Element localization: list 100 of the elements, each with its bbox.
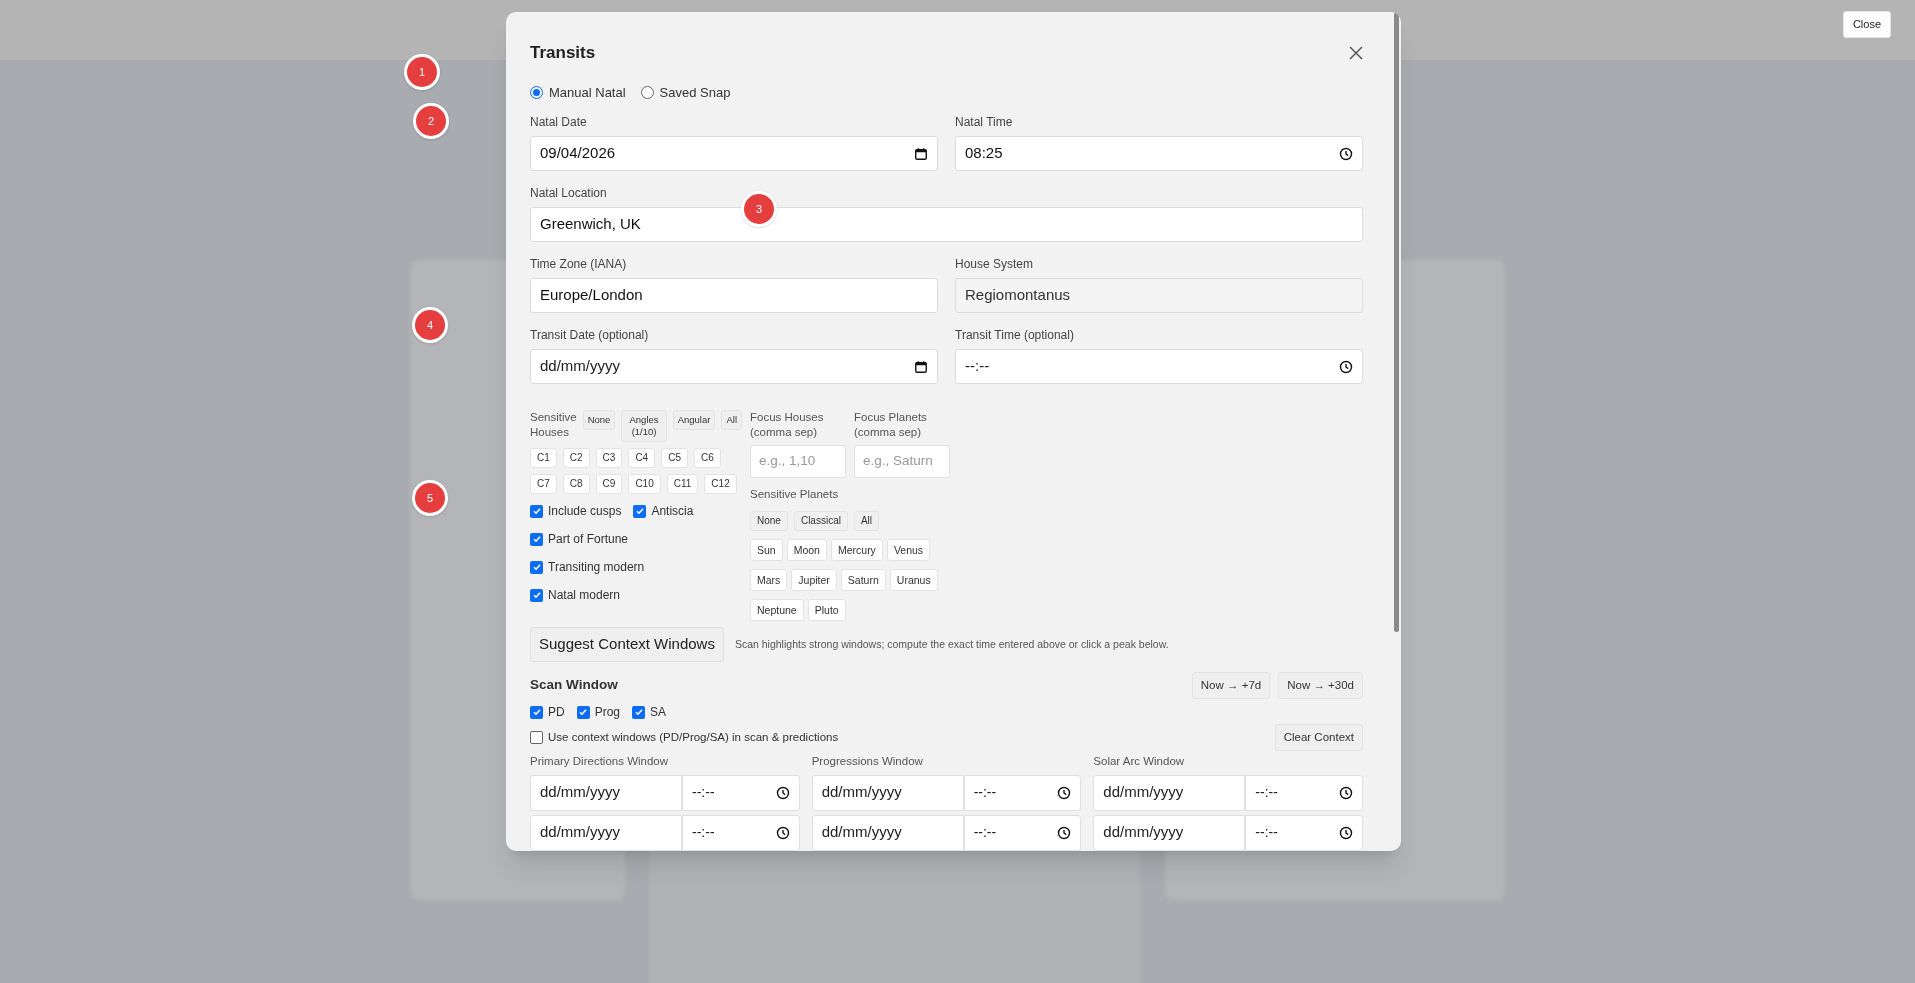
- clock-icon[interactable]: [775, 785, 790, 800]
- range-button[interactable]: Now → +30d: [1278, 671, 1363, 699]
- annotation-marker: 2: [413, 103, 449, 139]
- planet-toggle[interactable]: Uranus: [889, 569, 938, 592]
- checkbox[interactable]: [530, 560, 543, 574]
- field-label: Natal Location: [530, 185, 608, 202]
- field-label: Natal Date: [530, 114, 588, 131]
- time-field[interactable]: --:--: [1245, 814, 1363, 851]
- radio-label: Manual Natal: [549, 83, 626, 102]
- clock-icon[interactable]: [1339, 359, 1353, 374]
- planet-toggle[interactable]: Mercury: [830, 539, 883, 562]
- input-field[interactable]: --:--: [955, 349, 1363, 384]
- date-field[interactable]: dd/mm/yyyy: [530, 814, 682, 851]
- calendar-icon[interactable]: [914, 359, 928, 374]
- field-label: Transit Time (optional): [955, 327, 1075, 344]
- preset-button[interactable]: All: [853, 511, 880, 532]
- checkbox[interactable]: [530, 504, 543, 518]
- checkbox-label: Part of Fortune: [548, 531, 629, 548]
- house-toggle[interactable]: C11: [666, 474, 699, 494]
- date-field[interactable]: dd/mm/yyyy: [530, 774, 682, 811]
- house-toggle[interactable]: C2: [562, 448, 590, 468]
- date-field[interactable]: dd/mm/yyyy: [1093, 814, 1246, 851]
- checkbox-label: Include cusps: [548, 503, 622, 520]
- preset-button[interactable]: Angular: [672, 410, 716, 430]
- close-button[interactable]: Close: [1842, 11, 1891, 38]
- radio-label: Saved Snap: [659, 83, 731, 102]
- input-field[interactable]: dd/mm/yyyy: [530, 349, 938, 384]
- checkbox-label: Natal modern: [548, 587, 621, 604]
- preset-button[interactable]: Angles (1/10): [621, 410, 667, 442]
- time-field[interactable]: --:--: [963, 774, 1082, 811]
- calendar-icon[interactable]: [914, 146, 928, 161]
- field-label: House System: [955, 256, 1035, 273]
- time-field[interactable]: --:--: [682, 774, 800, 811]
- planet-toggle[interactable]: Sun: [750, 539, 783, 562]
- house-toggle[interactable]: C7: [530, 474, 557, 494]
- preset-button[interactable]: All: [721, 410, 742, 430]
- checkbox[interactable]: [530, 532, 543, 546]
- date-field[interactable]: dd/mm/yyyy: [811, 814, 964, 851]
- range-button[interactable]: Now → +7d: [1191, 671, 1271, 699]
- checkbox[interactable]: [530, 705, 543, 719]
- date-field[interactable]: dd/mm/yyyy: [811, 774, 964, 811]
- house-toggle[interactable]: C1: [530, 448, 557, 468]
- planet-toggle[interactable]: Moon: [786, 539, 827, 562]
- field-label: Natal Time: [955, 114, 1014, 131]
- clock-icon[interactable]: [1057, 825, 1072, 840]
- dialog-title: Transits: [530, 42, 596, 64]
- time-field[interactable]: --:--: [963, 814, 1082, 851]
- house-toggle[interactable]: C12: [704, 474, 737, 494]
- checkbox[interactable]: [632, 705, 646, 719]
- checkbox[interactable]: [633, 504, 647, 518]
- checkbox-label: Use context windows (PD/Prog/SA) in scan & predictions: [548, 730, 839, 745]
- input-field[interactable]: Regiomontanus: [955, 278, 1363, 313]
- planet-toggle[interactable]: Saturn: [840, 569, 886, 592]
- suggest-button[interactable]: Suggest Context Windows: [530, 627, 724, 662]
- clock-icon[interactable]: [1339, 146, 1353, 161]
- section-title: Scan Window: [530, 676, 618, 695]
- clear-context-button[interactable]: Clear Context: [1274, 724, 1363, 752]
- field-label: Focus Planets (comma sep): [854, 410, 928, 440]
- planet-toggle[interactable]: Venus: [886, 539, 931, 562]
- checkbox[interactable]: [530, 731, 543, 745]
- date-field[interactable]: dd/mm/yyyy: [1093, 774, 1246, 811]
- planet-toggle[interactable]: Neptune: [750, 599, 804, 622]
- hint-text: Scan highlights strong windows; compute the exact time entered above or click a peak below.: [734, 636, 1169, 652]
- field-label: Focus Houses (comma sep): [750, 410, 825, 440]
- checkbox-label: Prog: [594, 704, 621, 721]
- clock-icon[interactable]: [1057, 785, 1072, 800]
- input-field[interactable]: 09/04/2026: [530, 136, 938, 171]
- checkbox[interactable]: [530, 588, 543, 602]
- checkbox-label: SA: [650, 704, 667, 721]
- section-label: Sensitive Planets: [750, 487, 840, 502]
- planet-toggle[interactable]: Mars: [750, 569, 788, 592]
- house-toggle[interactable]: C3: [595, 448, 623, 468]
- close-icon[interactable]: [1349, 45, 1363, 60]
- preset-button[interactable]: None: [750, 511, 788, 532]
- section-label: Sensitive Houses: [530, 410, 577, 440]
- field-label: Progressions Window: [811, 754, 924, 770]
- annotation-marker: 1: [404, 54, 440, 90]
- house-toggle[interactable]: C5: [661, 448, 688, 468]
- preset-button[interactable]: Classical: [793, 511, 848, 532]
- house-toggle[interactable]: C4: [628, 448, 656, 468]
- input-field[interactable]: Europe/London: [530, 278, 938, 313]
- radio-button[interactable]: [640, 85, 654, 99]
- field-label: Time Zone (IANA): [530, 256, 628, 273]
- house-toggle[interactable]: C10: [628, 474, 661, 494]
- house-toggle[interactable]: C6: [694, 448, 721, 468]
- clock-icon[interactable]: [1339, 825, 1353, 840]
- clock-icon[interactable]: [1339, 785, 1353, 800]
- house-toggle[interactable]: C8: [562, 474, 590, 494]
- field-label: Transit Date (optional): [530, 327, 650, 344]
- house-toggle[interactable]: C9: [595, 474, 623, 494]
- clock-icon[interactable]: [775, 825, 790, 840]
- planet-toggle[interactable]: Pluto: [807, 599, 846, 622]
- preset-button[interactable]: None: [582, 410, 616, 430]
- planet-toggle[interactable]: Jupiter: [791, 569, 837, 592]
- field-label: Primary Directions Window: [530, 754, 670, 770]
- checkbox-label: Transiting modern: [548, 559, 645, 576]
- input-field[interactable]: 08:25: [955, 136, 1363, 171]
- time-field[interactable]: --:--: [682, 814, 800, 851]
- time-field[interactable]: --:--: [1245, 774, 1363, 811]
- checkbox[interactable]: [576, 705, 590, 719]
